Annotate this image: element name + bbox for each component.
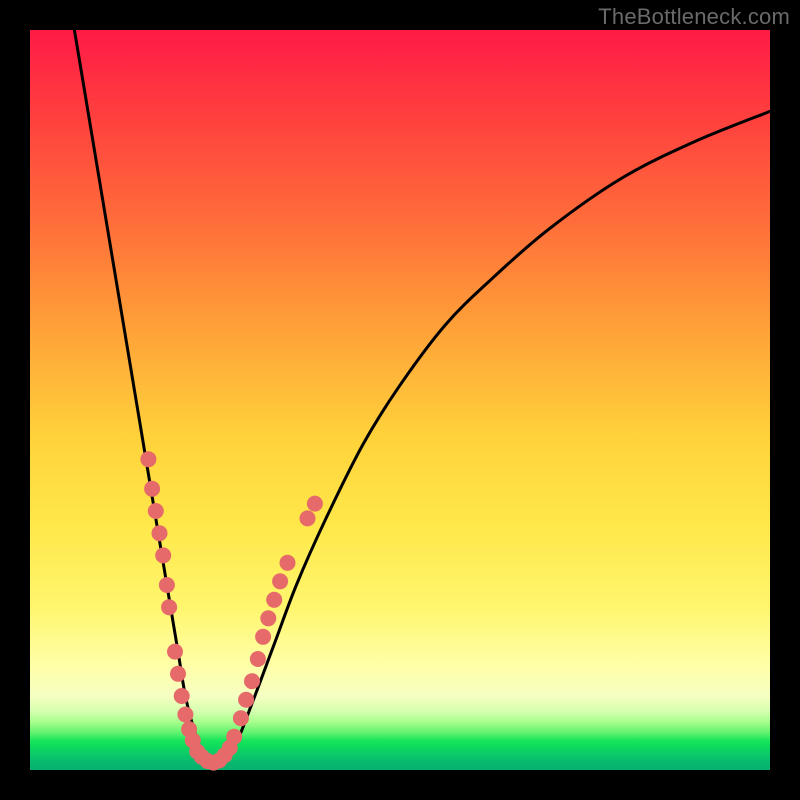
data-marker	[280, 555, 296, 571]
data-marker	[144, 481, 160, 497]
data-marker	[152, 525, 168, 541]
data-marker	[244, 673, 260, 689]
data-marker	[161, 599, 177, 615]
marker-layer	[140, 451, 323, 770]
data-marker	[226, 729, 242, 745]
plot-area	[30, 30, 770, 770]
data-marker	[170, 666, 186, 682]
watermark-text: TheBottleneck.com	[598, 4, 790, 30]
chart-frame: TheBottleneck.com	[0, 0, 800, 800]
data-marker	[307, 496, 323, 512]
data-marker	[140, 451, 156, 467]
data-marker	[250, 651, 266, 667]
data-marker	[238, 692, 254, 708]
data-marker	[266, 592, 282, 608]
data-marker	[177, 707, 193, 723]
data-marker	[233, 710, 249, 726]
data-marker	[174, 688, 190, 704]
data-marker	[148, 503, 164, 519]
chart-svg	[30, 30, 770, 770]
data-marker	[260, 610, 276, 626]
data-marker	[167, 644, 183, 660]
data-marker	[159, 577, 175, 593]
data-marker	[255, 629, 271, 645]
data-marker	[155, 547, 171, 563]
data-marker	[300, 510, 316, 526]
data-marker	[272, 573, 288, 589]
